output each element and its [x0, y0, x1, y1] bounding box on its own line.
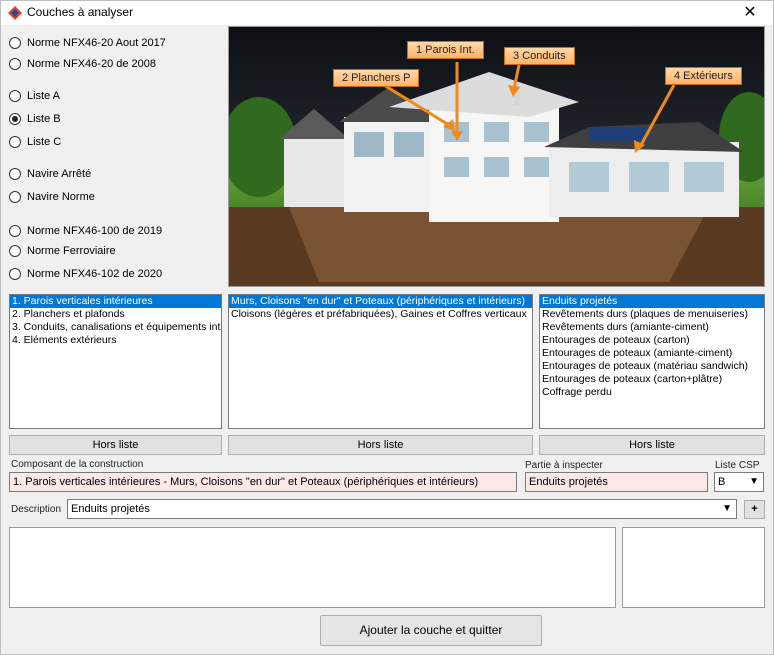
callout-parois-int[interactable]: 1 Parois Int. [407, 41, 484, 59]
csp-label: Liste CSP [715, 460, 760, 471]
radio-circle[interactable] [9, 268, 21, 280]
radio-nfx46-100-2019[interactable]: Norme NFX46-100 de 2019 [9, 223, 162, 239]
composant-label: Composant de la construction [11, 459, 144, 470]
radio-label: Norme NFX46-100 de 2019 [27, 225, 163, 237]
list-item[interactable]: 3. Conduits, canalisations et équipement… [10, 321, 221, 334]
callout-exterieurs[interactable]: 4 Extérieurs [665, 67, 742, 85]
radio-label: Norme NFX46-102 de 2020 [27, 268, 163, 280]
add-description-button[interactable]: + [744, 500, 765, 519]
radio-nfx46-102-2020[interactable]: Norme NFX46-102 de 2020 [9, 266, 162, 282]
list-item[interactable]: Entourages de poteaux (amiante-ciment) [540, 347, 764, 360]
add-layer-and-quit-button[interactable]: Ajouter la couche et quitter [320, 615, 542, 646]
radio-label: Navire Norme [27, 191, 95, 203]
radio-liste-b[interactable]: Liste B [9, 111, 61, 127]
radio-liste-c[interactable]: Liste C [9, 134, 61, 150]
radio-label: Liste A [27, 90, 61, 102]
list-item[interactable]: Enduits projetés [540, 295, 764, 308]
radio-label: Liste B [27, 113, 61, 125]
title-bar: Couches à analyser ✕ [1, 1, 773, 25]
hors-liste-button-2[interactable]: Hors liste [228, 435, 533, 455]
callout-conduits[interactable]: 3 Conduits [504, 47, 575, 65]
list-item[interactable]: 2. Planchers et plafonds [10, 308, 221, 321]
radio-circle[interactable] [9, 136, 21, 148]
radio-label: Norme Ferroviaire [27, 245, 116, 257]
description-select-value: Enduits projetés [71, 503, 150, 515]
radio-circle[interactable] [9, 191, 21, 203]
csp-select-value: B [718, 476, 726, 488]
list-item[interactable]: 1. Parois verticales intérieures [10, 295, 221, 308]
radio-label: Navire Arrêté [27, 168, 92, 180]
list-item[interactable]: Revêtements durs (amiante-ciment) [540, 321, 764, 334]
app-icon [8, 6, 22, 20]
composant-field[interactable]: 1. Parois verticales intérieures - Murs,… [9, 472, 517, 492]
radio-label: Liste C [27, 136, 62, 148]
category-listbox[interactable]: 1. Parois verticales intérieures 2. Plan… [9, 294, 222, 429]
house-illustration: 1 Parois Int. 2 Planchers P 3 Conduits 4… [228, 26, 765, 287]
radio-circle[interactable] [9, 58, 21, 70]
radio-label: Norme NFX46-20 de 2008 [27, 58, 157, 70]
radio-label: Norme NFX46-20 Aout 2017 [27, 37, 166, 49]
house-drawing [229, 27, 764, 286]
radio-circle[interactable] [9, 168, 21, 180]
list-item[interactable]: Murs, Cloisons "en dur" et Poteaux (péri… [229, 295, 532, 308]
radio-nfx46-20-2008[interactable]: Norme NFX46-20 de 2008 [9, 56, 156, 72]
partie-label: Partie à inspecter [525, 460, 603, 471]
radio-circle[interactable] [9, 225, 21, 237]
description-select[interactable]: Enduits projetés ▼ [67, 499, 737, 519]
list-item[interactable]: Entourages de poteaux (carton) [540, 334, 764, 347]
csp-select[interactable]: B ▼ [714, 472, 764, 492]
description-label: Description [11, 504, 62, 515]
close-button[interactable]: ✕ [733, 1, 767, 25]
radio-circle[interactable] [9, 37, 21, 49]
hors-liste-button-1[interactable]: Hors liste [9, 435, 222, 455]
list-item[interactable]: Entourages de poteaux (carton+plâtre) [540, 373, 764, 386]
radio-liste-a[interactable]: Liste A [9, 88, 60, 104]
secondary-textarea[interactable] [622, 527, 765, 608]
partie-field[interactable]: Enduits projetés [525, 472, 708, 492]
list-item[interactable]: Entourages de poteaux (matériau sandwich… [540, 360, 764, 373]
hors-liste-button-3[interactable]: Hors liste [539, 435, 765, 455]
radio-navire-norme[interactable]: Navire Norme [9, 189, 95, 205]
component-listbox[interactable]: Murs, Cloisons "en dur" et Poteaux (péri… [228, 294, 533, 429]
list-item[interactable]: Revêtements durs (plaques de menuiseries… [540, 308, 764, 321]
chevron-down-icon: ▼ [722, 503, 732, 514]
dialog-window: Couches à analyser ✕ Norme NFX46-20 Aout… [0, 0, 774, 655]
radio-navire-arrete[interactable]: Navire Arrêté [9, 166, 91, 182]
radio-norme-ferroviaire[interactable]: Norme Ferroviaire [9, 243, 116, 259]
list-item[interactable]: Coffrage perdu [540, 386, 764, 399]
callout-planchers[interactable]: 2 Planchers P [333, 69, 420, 87]
radio-nfx46-20-2017[interactable]: Norme NFX46-20 Aout 2017 [9, 35, 166, 51]
radio-circle-selected[interactable] [9, 113, 21, 125]
chevron-down-icon: ▼ [749, 476, 759, 487]
radio-circle[interactable] [9, 245, 21, 257]
part-listbox[interactable]: Enduits projetés Revêtements durs (plaqu… [539, 294, 765, 429]
list-item[interactable]: 4. Eléments extérieurs [10, 334, 221, 347]
window-title: Couches à analyser [27, 5, 134, 19]
radio-circle[interactable] [9, 90, 21, 102]
list-item[interactable]: Cloisons (légères et préfabriquées), Gai… [229, 308, 532, 321]
notes-textarea[interactable] [9, 527, 616, 608]
